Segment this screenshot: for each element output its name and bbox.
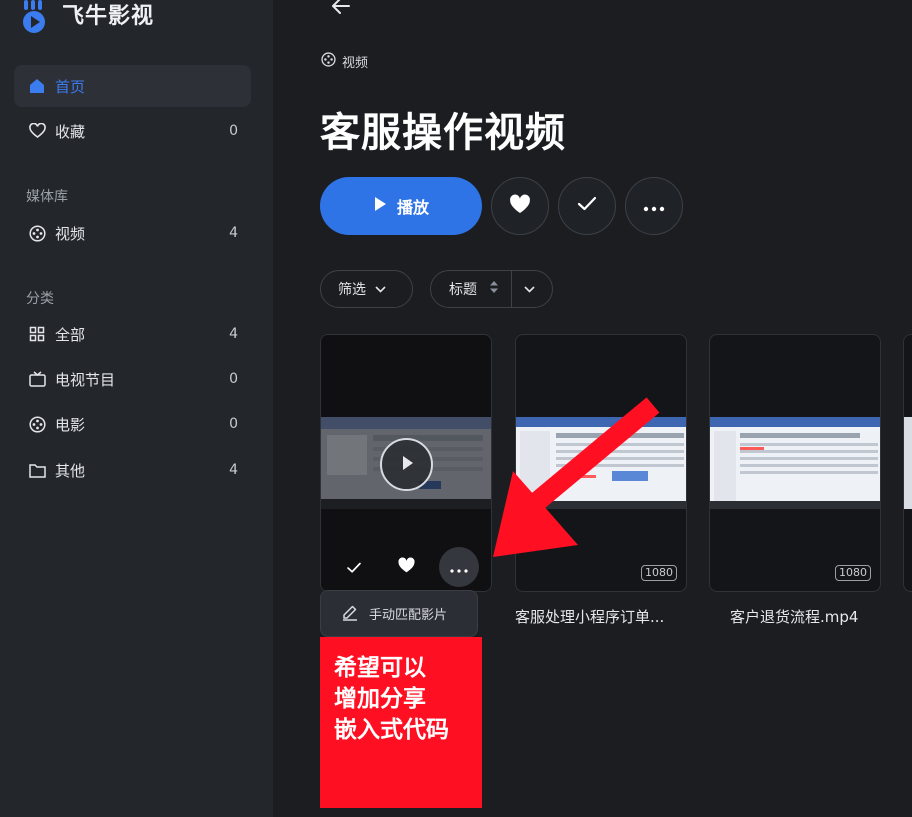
more-horizontal-icon: [450, 558, 468, 577]
sidebar-item-count: 0: [229, 371, 238, 387]
sidebar-item-video[interactable]: 视频 4: [14, 212, 251, 254]
film-reel-icon: [321, 52, 336, 71]
annotation-note: 希望可以 增加分享 嵌入式代码: [320, 637, 482, 808]
video-thumbnail: [710, 417, 880, 509]
sidebar-item-other[interactable]: 其他 4: [14, 449, 251, 491]
mark-watched-button[interactable]: [558, 177, 616, 235]
chevron-down-icon[interactable]: [524, 281, 535, 297]
home-icon: [28, 77, 46, 95]
folder-icon: [28, 461, 46, 479]
video-thumbnail: [904, 417, 912, 509]
heart-icon: [508, 194, 532, 219]
check-icon: [577, 196, 597, 216]
favorite-button[interactable]: [491, 177, 549, 235]
section-title-category: 分类: [26, 291, 54, 307]
check-icon[interactable]: [346, 559, 362, 578]
tv-icon: [28, 370, 46, 388]
sidebar-item-count: 4: [229, 225, 238, 241]
sidebar-item-tv[interactable]: 电视节目 0: [14, 358, 251, 400]
sidebar-item-movie[interactable]: 电影 0: [14, 403, 251, 445]
sidebar-item-home[interactable]: 首页: [14, 65, 251, 107]
heart-icon: [28, 122, 46, 140]
sidebar-item-label: 首页: [55, 77, 86, 96]
more-button[interactable]: [625, 177, 683, 235]
annotation-arrow-icon: [493, 397, 660, 557]
annotation-line: 嵌入式代码: [334, 717, 449, 743]
card-context-menu[interactable]: 手动匹配影片: [320, 590, 478, 637]
breadcrumb-label: 视频: [342, 56, 369, 71]
back-arrow-icon[interactable]: [329, 0, 353, 18]
resolution-badge: 1080: [835, 565, 871, 581]
match-movie-menu-item[interactable]: 手动匹配影片: [369, 604, 447, 623]
chevron-down-icon: [375, 281, 386, 297]
play-icon: [373, 196, 387, 216]
edit-pencil-icon: [341, 603, 359, 625]
sidebar-item-count: 0: [229, 416, 238, 432]
film-reel-icon: [28, 415, 46, 433]
annotation-line: 希望可以: [334, 655, 426, 681]
sidebar-item-favorites[interactable]: 收藏 0: [14, 110, 251, 152]
play-button[interactable]: 播放: [320, 177, 482, 235]
video-card[interactable]: [320, 334, 492, 592]
play-icon: [400, 455, 414, 475]
sidebar-item-label: 全部: [55, 325, 86, 344]
grid-icon: [28, 325, 46, 343]
annotation-line: 增加分享: [334, 686, 426, 712]
sidebar-item-count: 0: [229, 123, 238, 139]
play-overlay-button[interactable]: [380, 438, 433, 491]
video-card[interactable]: [903, 334, 912, 592]
sidebar-item-label: 其他: [55, 461, 86, 480]
video-card-title[interactable]: 客服处理小程序订单...: [515, 606, 664, 627]
sidebar-item-label: 收藏: [55, 122, 86, 141]
sort-divider: [511, 271, 512, 307]
app-logo[interactable]: 飞牛影视: [22, 0, 154, 34]
breadcrumb[interactable]: 视频: [321, 52, 368, 71]
logo-icon: [22, 0, 52, 34]
sidebar: 飞牛影视 首页 收藏 0 媒体库 视频 4 分类 全部 4 电视节目 0 电影 …: [0, 0, 273, 817]
main-content: 视频 客服操作视频 播放 筛选 标题 1080 1080 客服处理小程序订单..…: [273, 0, 912, 817]
sidebar-item-count: 4: [229, 326, 238, 342]
page-title: 客服操作视频: [320, 110, 566, 156]
filter-label: 筛选: [338, 282, 366, 298]
sidebar-item-count: 4: [229, 462, 238, 478]
sidebar-item-label: 视频: [55, 224, 86, 243]
more-horizontal-icon: [643, 197, 665, 216]
play-button-label: 播放: [396, 198, 429, 217]
sidebar-item-label: 电影: [55, 415, 86, 434]
section-title-library: 媒体库: [26, 189, 68, 205]
sort-arrows-icon[interactable]: [489, 280, 499, 298]
sidebar-item-label: 电视节目: [55, 370, 116, 389]
heart-icon[interactable]: [397, 557, 416, 578]
filter-dropdown[interactable]: 筛选: [320, 270, 413, 308]
app-name: 飞牛影视: [62, 4, 155, 29]
film-reel-icon: [28, 224, 46, 242]
sidebar-item-all[interactable]: 全部 4: [14, 313, 251, 355]
video-card[interactable]: 1080: [709, 334, 881, 592]
video-card-title[interactable]: 客户退货流程.mp4: [730, 606, 858, 627]
sort-control[interactable]: 标题: [430, 270, 553, 308]
sort-label: 标题: [449, 282, 477, 298]
